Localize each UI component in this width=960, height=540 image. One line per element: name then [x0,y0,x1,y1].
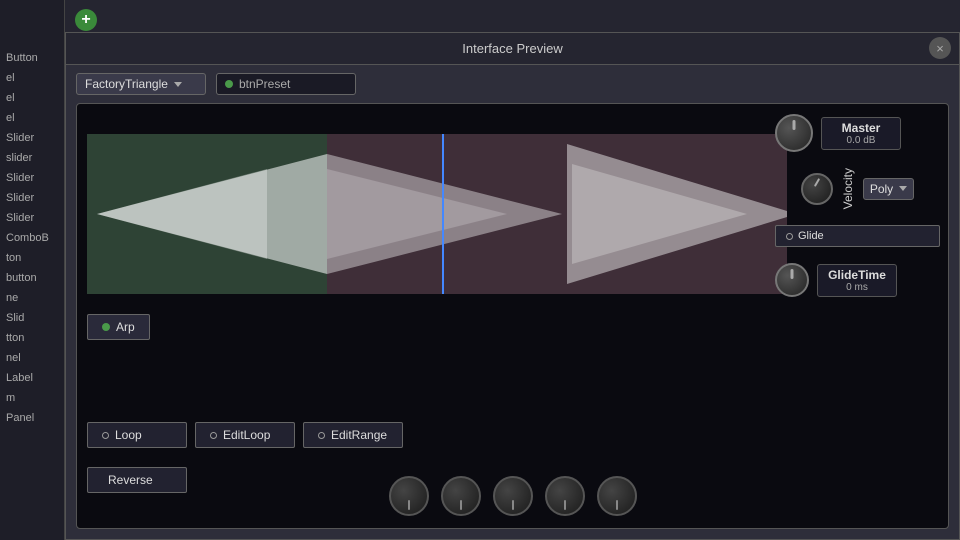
add-button[interactable]: + [75,9,97,31]
sidebar-item-el1[interactable]: el [0,70,64,86]
sidebar-item-button2[interactable]: button [0,270,64,286]
velocity-row: Velocity Poly [801,168,914,209]
sidebar-item-slider5[interactable]: Slider [0,210,64,226]
preset-dropdown[interactable]: FactoryTriangle [76,73,206,95]
master-knob[interactable] [775,114,813,152]
arp-label: Arp [116,320,135,334]
poly-arrow-icon [899,186,907,191]
bottom-knob-3[interactable] [493,476,533,516]
edit-loop-button[interactable]: EditLoop [195,422,295,448]
bottom-knob-4[interactable] [545,476,585,516]
edit-range-label: EditRange [331,428,387,442]
poly-label: Poly [870,182,893,196]
waveform-display[interactable] [87,134,787,294]
sidebar-item-label[interactable]: Label [0,370,64,386]
arp-status-icon [102,323,110,331]
right-panel: Master 0.0 dB Velocity Poly [775,114,940,297]
glide-time-value: 0 ms [826,282,888,293]
close-button[interactable]: × [929,37,951,59]
master-value: 0.0 dB [830,135,892,146]
glide-button[interactable]: Glide [775,225,940,247]
glide-time-knob[interactable] [775,263,809,297]
glide-dot-icon [786,233,793,240]
playhead-line [442,134,444,294]
reverse-button[interactable]: Reverse [87,467,187,493]
sidebar-item-combob[interactable]: ComboB [0,230,64,246]
edit-range-button[interactable]: EditRange [303,422,403,448]
master-label: Master [830,121,892,135]
preset-input-value: btnPreset [239,77,290,91]
loop-dot-icon [102,432,109,439]
bottom-knobs-row [389,476,637,516]
sidebar-item-slid[interactable]: Slid [0,310,64,326]
reverse-label: Reverse [108,473,153,487]
waveform-right-svg [327,134,787,294]
interface-preview-dialog: Interface Preview × FactoryTriangle btnP… [65,32,960,540]
loop-button[interactable]: Loop [87,422,187,448]
dialog-title: Interface Preview [462,41,562,56]
velocity-label: Velocity [841,168,855,209]
preset-dropdown-label: FactoryTriangle [85,77,168,91]
sidebar-item-ne[interactable]: ne [0,290,64,306]
control-row: Loop EditLoop EditRange [87,422,403,448]
poly-row: Poly [863,178,914,200]
sidebar: Button el el el Slider slider Slider Sli… [0,0,65,540]
bottom-knob-1[interactable] [389,476,429,516]
glide-time-row: GlideTime 0 ms [775,263,940,297]
arp-button[interactable]: Arp [87,314,150,340]
glide-label: Glide [798,230,824,242]
bottom-knob-2[interactable] [441,476,481,516]
velocity-knob[interactable] [801,173,833,205]
master-label-box: Master 0.0 dB [821,117,901,150]
sidebar-item-m[interactable]: m [0,390,64,406]
preview-area: Arp Loop EditLoop EditRange Reverse [76,103,949,529]
bottom-knob-5[interactable] [597,476,637,516]
sidebar-item-el3[interactable]: el [0,110,64,126]
sidebar-item-button[interactable]: Button [0,50,64,66]
dropdown-arrow-icon [174,82,182,87]
sidebar-item-ton[interactable]: ton [0,250,64,266]
master-knob-row: Master 0.0 dB [775,114,940,152]
sidebar-item-slider3[interactable]: Slider [0,170,64,186]
sidebar-item-slider1[interactable]: Slider [0,130,64,146]
sidebar-item-slider4[interactable]: Slider [0,190,64,206]
glide-time-label: GlideTime [826,268,888,282]
poly-dropdown[interactable]: Poly [863,178,914,200]
sidebar-item-tton[interactable]: tton [0,330,64,346]
sidebar-item-panel[interactable]: Panel [0,410,64,426]
status-dot-icon [225,80,233,88]
waveform-left-svg [87,134,327,294]
sidebar-item-slider2[interactable]: slider [0,150,64,166]
sidebar-item-el2[interactable]: el [0,90,64,106]
glide-time-label-box: GlideTime 0 ms [817,264,897,297]
dialog-title-bar: Interface Preview × [66,33,959,65]
preset-input[interactable]: btnPreset [216,73,356,95]
velocity-section: Velocity Poly [775,168,940,209]
edit-loop-label: EditLoop [223,428,270,442]
sidebar-item-nel[interactable]: nel [0,350,64,366]
loop-label: Loop [115,428,142,442]
edit-range-dot-icon [318,432,325,439]
dialog-toolbar: FactoryTriangle btnPreset [66,65,959,103]
edit-loop-dot-icon [210,432,217,439]
